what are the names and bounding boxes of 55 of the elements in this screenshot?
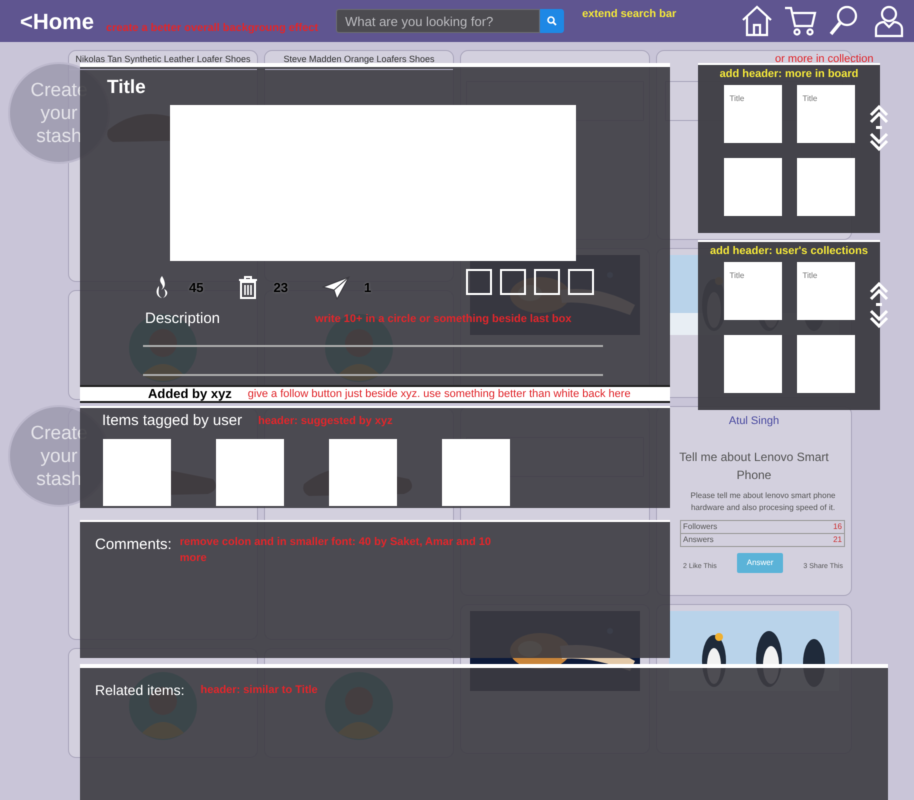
thumbnail-box[interactable] [466, 268, 492, 294]
annotation-note: extend search bar [582, 6, 676, 22]
share-button[interactable] [322, 275, 350, 300]
tile-title: Title [730, 270, 746, 282]
section-heading: Comments: [95, 535, 172, 555]
collection-tile[interactable]: Title [724, 262, 782, 320]
home-button[interactable] [740, 4, 774, 38]
collection-tile[interactable] [724, 334, 782, 392]
trash-icon [237, 275, 260, 300]
followers-label: Followers [683, 520, 718, 532]
annotation-note: header: similar to Title [200, 683, 318, 698]
annotation-note: create a better overall backgroung effect [106, 20, 318, 36]
collection-tile[interactable]: Title [796, 262, 854, 320]
answer-button[interactable]: Answer [736, 552, 784, 572]
tile-title: Title [802, 92, 818, 104]
paper-plane-icon [322, 275, 350, 300]
collection-tile[interactable]: Title [724, 84, 782, 142]
annotation-note: header: suggested by xyz [258, 414, 393, 429]
tile-title: Title [802, 270, 818, 282]
collection-tile[interactable] [724, 158, 782, 216]
answers-label: Answers [683, 534, 714, 546]
annotation-note: add header: more in board [720, 67, 858, 82]
collection-tile[interactable] [796, 334, 854, 392]
search-button[interactable] [540, 9, 564, 33]
question-body: Please tell me about lenovo smart phone hardware and also procesing speed of it. [690, 490, 836, 514]
description-label: Description [145, 309, 220, 329]
stat-count: 45 [189, 278, 204, 297]
cart-button[interactable] [784, 4, 818, 38]
annotation-note: add header: user's collections [710, 244, 868, 259]
user-icon [872, 4, 906, 38]
collection-tile[interactable]: Title [796, 84, 854, 142]
stat-count: 23 [273, 278, 288, 297]
tile-title: Title [730, 92, 746, 104]
annotation-note: write 10+ in a circle or something beside last box [315, 312, 572, 327]
annotation-note: remove colon and in smaller font: 40 by Saket, Amar and 10 more [180, 535, 492, 566]
stat-count: 1 [364, 278, 372, 297]
thumbnail-box[interactable] [568, 268, 594, 294]
annotation-note: give a follow button just beside xyz. use something better than white back here [248, 386, 631, 402]
thumbnail-box[interactable] [500, 268, 526, 294]
count-label: 16 [833, 520, 842, 532]
cart-icon [784, 4, 818, 38]
section-heading: Related items: [95, 681, 184, 700]
home-icon [740, 4, 774, 38]
home-link[interactable]: <Home [20, 4, 94, 38]
search-field[interactable]: What are you looking for? [336, 9, 540, 33]
count-label: 21 [833, 534, 842, 546]
annotation-note: or more in collection [775, 52, 874, 67]
search-icon [547, 16, 558, 26]
thumbnail-box[interactable] [534, 268, 560, 294]
delete-button[interactable] [237, 275, 260, 300]
collection-tile[interactable] [796, 158, 854, 216]
added-by-label: Added by xyz [148, 385, 232, 404]
user-name[interactable]: Atul Singh [728, 413, 780, 430]
user-button[interactable] [872, 4, 906, 38]
question-title: Tell me about Lenovo Smart Phone [678, 448, 830, 484]
